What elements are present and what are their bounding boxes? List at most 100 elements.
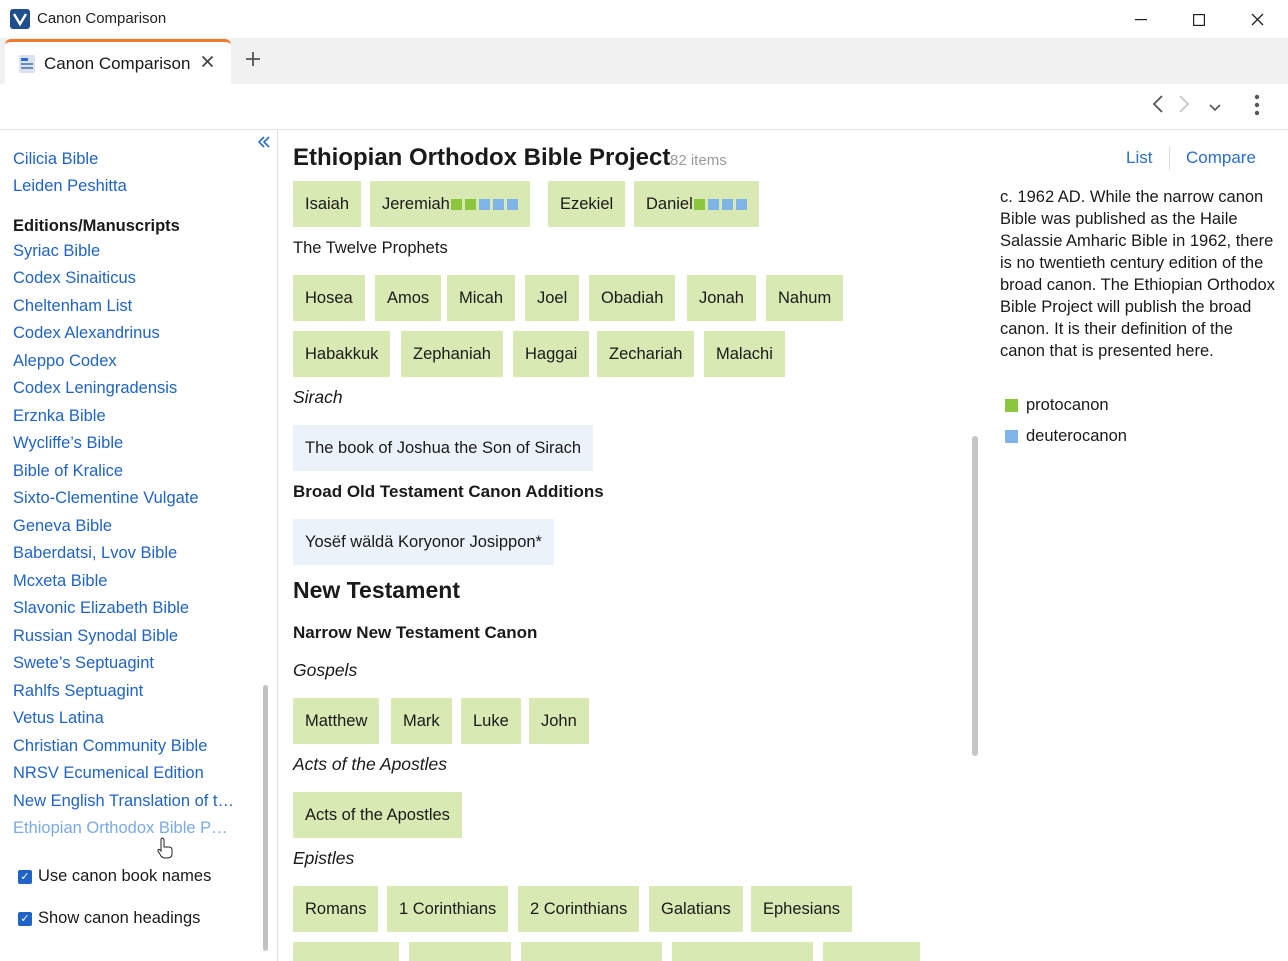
book-matthew[interactable]: Matthew bbox=[293, 698, 380, 744]
book-partial[interactable] bbox=[293, 942, 399, 961]
sidebar-item-slavonic-elizabeth-bible[interactable]: Slavonic Elizabeth Bible bbox=[13, 599, 241, 618]
app-logo-icon bbox=[10, 9, 30, 29]
book-isaiah[interactable]: Isaiah bbox=[293, 181, 362, 227]
sidebar-item-erznka-bible[interactable]: Erznka Bible bbox=[13, 407, 241, 426]
maximize-icon[interactable] bbox=[1170, 0, 1228, 39]
sidebar-item-wycliffes-bible[interactable]: Wycliffe’s Bible bbox=[13, 434, 241, 453]
show-canon-headings-label: Show canon headings bbox=[38, 909, 201, 927]
tab-label: Canon Comparison bbox=[44, 54, 191, 73]
deuterocanon-marker bbox=[707, 198, 719, 210]
book-galatians[interactable]: Galatians bbox=[649, 886, 743, 932]
item-count: 82 items bbox=[670, 152, 727, 169]
use-canon-names-option[interactable]: ✓ Use canon book names bbox=[18, 867, 211, 886]
sidebar-item-swetes-septuagint[interactable]: Swete’s Septuagint bbox=[13, 654, 241, 673]
sidebar-item-vetus-latina[interactable]: Vetus Latina bbox=[13, 709, 241, 728]
legend-deuterocanon-label: deuterocanon bbox=[1026, 427, 1127, 445]
deuterocanon-swatch bbox=[1005, 430, 1018, 443]
book-label: Jeremiah bbox=[382, 194, 450, 213]
sidebar-item-mcxeta-bible[interactable]: Mcxeta Bible bbox=[13, 572, 241, 591]
sidebar-item-codex-alexandrinus[interactable]: Codex Alexandrinus bbox=[13, 324, 241, 343]
sidebar-item-leiden-peshitta[interactable]: Leiden Peshitta bbox=[13, 177, 241, 196]
book-acts[interactable]: Acts of the Apostles bbox=[293, 792, 462, 838]
tab-bar: Canon Comparison bbox=[0, 39, 1288, 84]
tab-canon-comparison[interactable]: Canon Comparison bbox=[5, 39, 231, 84]
book-haggai[interactable]: Haggai bbox=[513, 331, 590, 377]
page-title: Ethiopian Orthodox Bible Project bbox=[293, 144, 671, 171]
deuterocanon-marker bbox=[735, 198, 747, 210]
title-bar: Canon Comparison bbox=[0, 0, 1288, 39]
book-josippon[interactable]: Yosëf wäldä Koryonor Josippon* bbox=[293, 519, 554, 565]
sidebar: Cilicia Bible Leiden Peshitta Editions/M… bbox=[0, 130, 278, 961]
collapse-sidebar-icon[interactable] bbox=[257, 132, 270, 153]
sidebar-item-rahlfs-septuagint[interactable]: Rahlfs Septuagint bbox=[13, 682, 241, 701]
sidebar-item-bible-of-kralice[interactable]: Bible of Kralice bbox=[13, 462, 241, 481]
list-view-link[interactable]: List bbox=[1126, 148, 1152, 168]
sidebar-item-nrsv-ecumenical-edition[interactable]: NRSV Ecumenical Edition bbox=[13, 764, 241, 783]
book-zephaniah[interactable]: Zephaniah bbox=[401, 331, 503, 377]
book-habakkuk[interactable]: Habakkuk bbox=[293, 331, 391, 377]
deuterocanon-marker bbox=[721, 198, 733, 210]
new-tab-icon[interactable] bbox=[244, 47, 262, 75]
protocanon-swatch bbox=[1005, 399, 1018, 412]
sidebar-item-ethiopian-orthodox-bible[interactable]: Ethiopian Orthodox Bible P… bbox=[13, 819, 241, 838]
book-jonah[interactable]: Jonah bbox=[687, 275, 756, 321]
legend-protocanon: protocanon bbox=[1005, 396, 1109, 415]
sidebar-item-codex-leningradensis[interactable]: Codex Leningradensis bbox=[13, 379, 241, 398]
book-partial[interactable] bbox=[672, 942, 813, 961]
book-john[interactable]: John bbox=[529, 698, 589, 744]
history-dropdown-icon[interactable] bbox=[1209, 99, 1221, 115]
book-label: Daniel bbox=[646, 194, 693, 213]
book-partial[interactable] bbox=[521, 942, 662, 961]
book-amos[interactable]: Amos bbox=[375, 275, 442, 321]
book-partial[interactable] bbox=[409, 942, 511, 961]
sidebar-item-christian-community-bible[interactable]: Christian Community Bible bbox=[13, 737, 241, 756]
book-nahum[interactable]: Nahum bbox=[766, 275, 844, 321]
forward-icon[interactable] bbox=[1178, 94, 1190, 120]
sidebar-item-cilicia-bible[interactable]: Cilicia Bible bbox=[13, 150, 241, 169]
sidebar-item-aleppo-codex[interactable]: Aleppo Codex bbox=[13, 352, 241, 371]
sidebar-item-geneva-bible[interactable]: Geneva Bible bbox=[13, 517, 241, 536]
book-luke[interactable]: Luke bbox=[461, 698, 521, 744]
back-icon[interactable] bbox=[1152, 94, 1164, 120]
book-2-corinthians[interactable]: 2 Corinthians bbox=[518, 886, 640, 932]
more-menu-icon[interactable] bbox=[1254, 94, 1260, 122]
book-ezekiel[interactable]: Ezekiel bbox=[548, 181, 626, 227]
sidebar-item-syriac-bible[interactable]: Syriac Bible bbox=[13, 242, 241, 261]
book-romans[interactable]: Romans bbox=[293, 886, 379, 932]
book-jeremiah[interactable]: Jeremiah bbox=[370, 181, 530, 227]
deuterocanon-marker bbox=[492, 198, 504, 210]
minimize-icon[interactable] bbox=[1112, 0, 1170, 39]
sidebar-item-russian-synodal-bible[interactable]: Russian Synodal Bible bbox=[13, 627, 241, 646]
sidebar-item-cheltenham-list[interactable]: Cheltenham List bbox=[13, 297, 241, 316]
legend-protocanon-label: protocanon bbox=[1026, 396, 1109, 414]
book-daniel[interactable]: Daniel bbox=[634, 181, 759, 227]
book-ephesians[interactable]: Ephesians bbox=[751, 886, 853, 932]
sidebar-item-codex-sinaiticus[interactable]: Codex Sinaiticus bbox=[13, 269, 241, 288]
main-content: Ethiopian Orthodox Bible Project 82 item… bbox=[279, 130, 1288, 961]
book-obadiah[interactable]: Obadiah bbox=[589, 275, 676, 321]
book-malachi[interactable]: Malachi bbox=[704, 331, 785, 377]
main-scrollbar[interactable] bbox=[972, 436, 978, 756]
sidebar-item-sixto-clementine-vulgate[interactable]: Sixto-Clementine Vulgate bbox=[13, 489, 241, 508]
compare-view-link[interactable]: Compare bbox=[1186, 148, 1256, 168]
show-canon-headings-checkbox[interactable]: ✓ bbox=[18, 911, 32, 926]
book-zechariah[interactable]: Zechariah bbox=[597, 331, 695, 377]
use-canon-names-checkbox[interactable]: ✓ bbox=[18, 869, 32, 884]
book-micah[interactable]: Micah bbox=[447, 275, 516, 321]
book-hosea[interactable]: Hosea bbox=[293, 275, 365, 321]
book-partial[interactable] bbox=[823, 942, 920, 961]
book-sirach[interactable]: The book of Joshua the Son of Sirach bbox=[293, 425, 594, 471]
sirach-heading: Sirach bbox=[293, 387, 343, 407]
show-canon-headings-option[interactable]: ✓ Show canon headings bbox=[18, 909, 200, 928]
deuterocanon-marker bbox=[506, 198, 518, 210]
sidebar-item-baberdatsi-lvov-bible[interactable]: Baberdatsi, Lvov Bible bbox=[13, 544, 241, 563]
sidebar-item-new-english-translation[interactable]: New English Translation of t… bbox=[13, 792, 241, 811]
new-testament-heading: New Testament bbox=[293, 577, 461, 603]
book-mark[interactable]: Mark bbox=[391, 698, 452, 744]
book-joel[interactable]: Joel bbox=[525, 275, 580, 321]
sidebar-scrollbar[interactable] bbox=[263, 685, 268, 951]
toolbar bbox=[0, 84, 1288, 130]
tab-close-icon[interactable] bbox=[201, 52, 214, 73]
close-window-icon[interactable] bbox=[1228, 0, 1286, 39]
book-1-corinthians[interactable]: 1 Corinthians bbox=[387, 886, 509, 932]
